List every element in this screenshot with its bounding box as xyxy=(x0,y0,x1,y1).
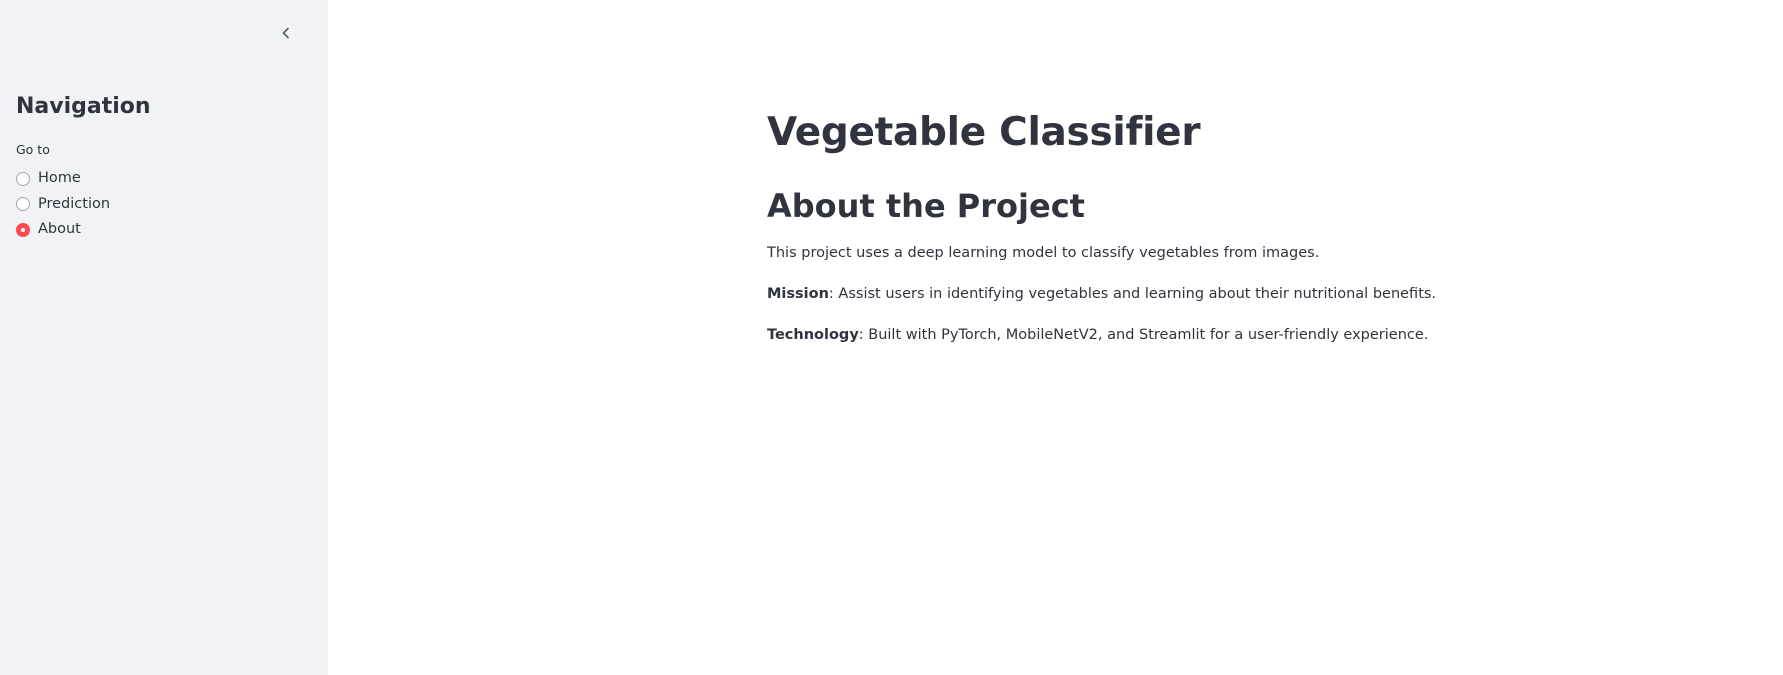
content-block: Vegetable Classifier About the Project T… xyxy=(767,108,1487,346)
mission-text: : Assist users in identifying vegetables… xyxy=(828,286,1437,302)
section-heading: About the Project xyxy=(767,187,1085,225)
page-title: Vegetable Classifier xyxy=(767,110,1201,155)
navigation-radio-group: Home Prediction About xyxy=(16,168,110,245)
radio-button-home[interactable] xyxy=(16,171,30,186)
mission-paragraph: Mission: Assist users in identifying veg… xyxy=(767,283,1487,305)
mission-label: Mission xyxy=(767,286,829,302)
sidebar: Navigation Go to Home Prediction About xyxy=(0,0,328,675)
radio-label-prediction: Prediction xyxy=(38,195,111,212)
main-content: Vegetable Classifier About the Project T… xyxy=(328,0,1783,675)
app-root: Navigation Go to Home Prediction About V… xyxy=(0,0,1783,675)
radio-option-prediction[interactable]: Prediction xyxy=(16,194,110,215)
collapse-sidebar-button[interactable] xyxy=(275,22,297,44)
technology-label: Technology xyxy=(767,327,859,343)
radio-label-about: About xyxy=(38,221,81,237)
technology-text: : Built with PyTorch, MobileNetV2, and S… xyxy=(858,327,1429,343)
sidebar-title: Navigation xyxy=(16,94,151,119)
radio-group-label: Go to xyxy=(16,142,50,157)
intro-paragraph: This project uses a deep learning model … xyxy=(767,245,1320,261)
radio-option-about[interactable]: About xyxy=(16,219,110,240)
technology-paragraph: Technology: Built with PyTorch, MobileNe… xyxy=(767,324,1487,346)
chevron-left-icon xyxy=(282,27,289,39)
radio-option-home[interactable]: Home xyxy=(16,168,110,189)
radio-label-home: Home xyxy=(38,170,81,186)
radio-button-prediction[interactable] xyxy=(16,197,30,211)
radio-button-about[interactable] xyxy=(16,222,30,237)
